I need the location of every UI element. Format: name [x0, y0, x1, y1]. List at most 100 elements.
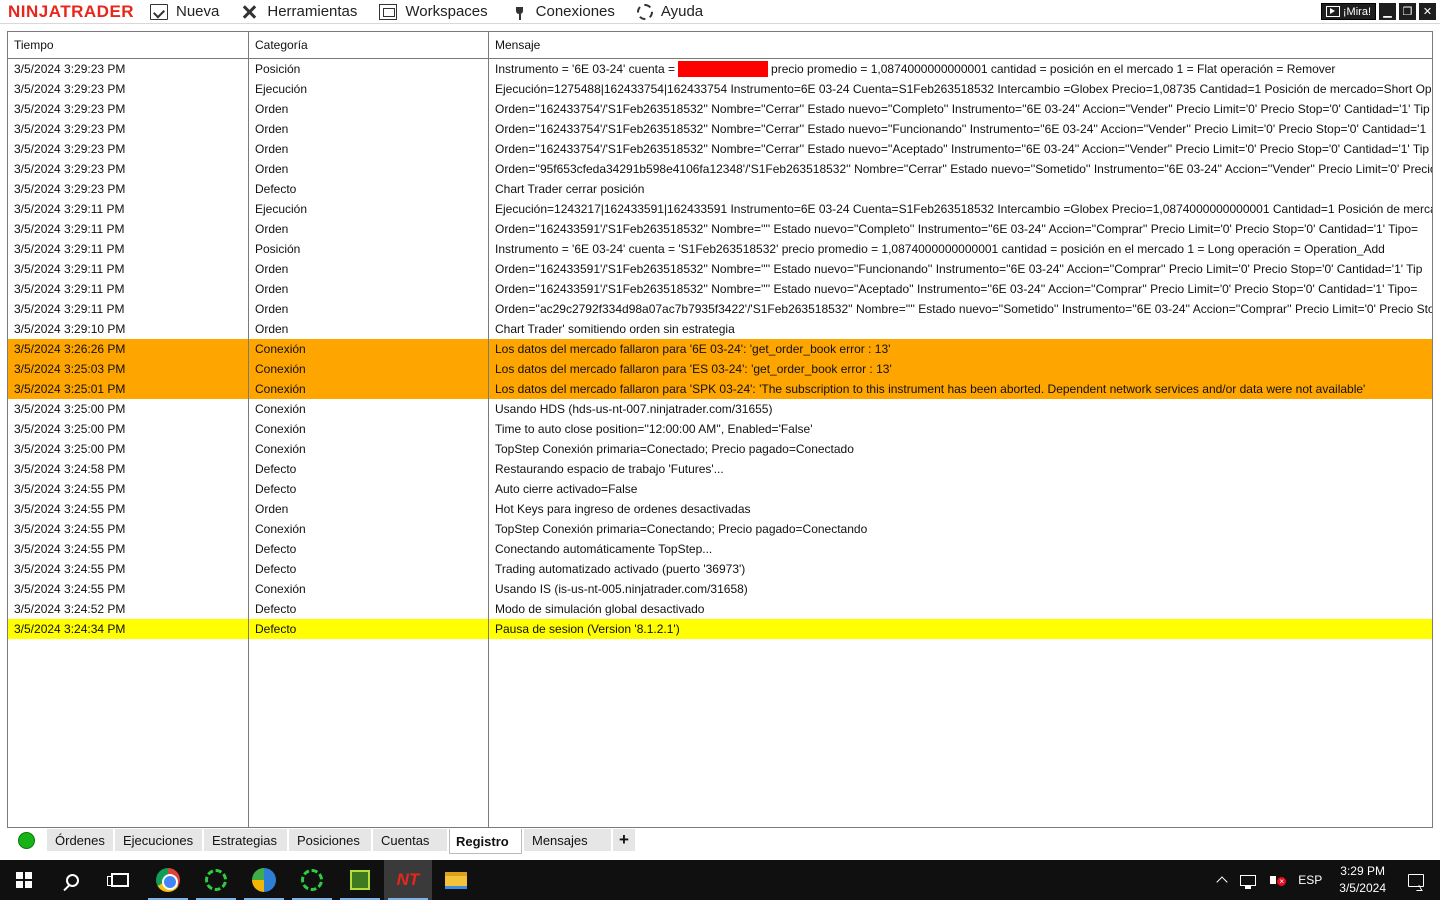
log-rows: 3/5/2024 3:29:23 PM Posición Instrumento =… [8, 59, 1432, 639]
log-row[interactable]: 3/5/2024 3:24:55 PM Orden Hot Keys para in… [8, 499, 1432, 519]
search-button[interactable] [48, 860, 96, 900]
log-time: 3/5/2024 3:29:11 PM [8, 259, 249, 279]
empty-col-category [249, 639, 489, 827]
close-button[interactable]: ✕ [1419, 3, 1436, 20]
log-row[interactable]: 3/5/2024 3:29:23 PM Posición Instrumento =… [8, 59, 1432, 79]
menu-nueva[interactable]: Nueva [150, 3, 219, 20]
green-ring-app-icon-2 [301, 869, 323, 891]
log-row[interactable]: 3/5/2024 3:26:26 PM Conexión Los datos del… [8, 339, 1432, 359]
log-category: Defecto [249, 619, 489, 639]
volume-button[interactable] [1263, 876, 1287, 886]
mira-button[interactable]: ¡Mira! [1320, 3, 1376, 20]
ninjatrader-logo: NINJATRADER [8, 1, 135, 21]
log-row[interactable]: 3/5/2024 3:24:55 PM Conexión TopStep Conex… [8, 519, 1432, 539]
taskbar-file-explorer[interactable] [432, 860, 480, 900]
menu-herramientas[interactable]: Herramientas [241, 3, 357, 20]
connection-status-icon[interactable] [18, 832, 35, 849]
log-message: Usando IS (is-us-nt-005.ninjatrader.com/… [495, 582, 748, 596]
tab-estrategias[interactable]: Estrategias [204, 829, 287, 851]
menu-workspaces[interactable]: Workspaces [379, 3, 488, 20]
log-row[interactable]: 3/5/2024 3:25:01 PM Conexión Los datos del… [8, 379, 1432, 399]
network-button[interactable] [1233, 874, 1263, 889]
log-category: Orden [249, 319, 489, 339]
log-row[interactable]: 3/5/2024 3:29:11 PM Posición Instrumento =… [8, 239, 1432, 259]
log-message: Chart Trader cerrar posición [495, 182, 645, 196]
notification-icon[interactable] [1408, 873, 1424, 887]
menu-conexiones[interactable]: Conexiones [510, 3, 615, 20]
log-message: Ejecución=1243217|162433591|162433591 In… [495, 202, 1432, 216]
show-hidden-icons-button[interactable] [1211, 874, 1233, 888]
log-row[interactable]: 3/5/2024 3:29:23 PM Defecto Chart Trader c… [8, 179, 1432, 199]
task-view-icon [107, 873, 129, 887]
log-message: Instrumento = '6E 03-24' cuenta = precio… [495, 61, 1336, 77]
start-button[interactable] [0, 860, 48, 900]
metatrader-icon [252, 868, 276, 892]
menu-ayuda[interactable]: Ayuda [636, 3, 703, 20]
log-row[interactable]: 3/5/2024 3:24:55 PM Conexión Usando IS (is… [8, 579, 1432, 599]
tab-ordenes[interactable]: Órdenes [47, 829, 113, 851]
menu-bar: NINJATRADER Nueva Herramientas Workspace… [0, 0, 1440, 24]
taskbar-clock[interactable]: 3:29 PM 3/5/2024 [1329, 863, 1404, 897]
header-category[interactable]: Categoría [249, 32, 489, 58]
log-message: TopStep Conexión primaria=Conectado; Pre… [495, 442, 854, 456]
log-row[interactable]: 3/5/2024 3:24:55 PM Defecto Trading automa… [8, 559, 1432, 579]
taskbar-ninjatrader[interactable]: NT [384, 860, 432, 900]
log-row[interactable]: 3/5/2024 3:24:58 PM Defecto Restaurando es… [8, 459, 1432, 479]
windows-start-icon [16, 872, 32, 888]
taskbar-tradingview[interactable] [336, 860, 384, 900]
log-category: Orden [249, 219, 489, 239]
log-row[interactable]: 3/5/2024 3:24:55 PM Defecto Auto cierre ac… [8, 479, 1432, 499]
log-row[interactable]: 3/5/2024 3:25:00 PM Conexión TopStep Conex… [8, 439, 1432, 459]
log-row[interactable]: 3/5/2024 3:29:23 PM Ejecución Ejecución=12… [8, 79, 1432, 99]
empty-col-time [8, 639, 249, 827]
taskbar-chrome[interactable] [144, 860, 192, 900]
log-row[interactable]: 3/5/2024 3:24:52 PM Defecto Modo de simula… [8, 599, 1432, 619]
taskbar-app-ring-1[interactable] [192, 860, 240, 900]
taskbar-app-ring-2[interactable] [288, 860, 336, 900]
log-category: Orden [249, 299, 489, 319]
log-time: 3/5/2024 3:25:00 PM [8, 399, 249, 419]
log-row[interactable]: 3/5/2024 3:29:11 PM Orden Orden=''16243359… [8, 219, 1432, 239]
log-row[interactable]: 3/5/2024 3:29:23 PM Orden Orden=''16243375… [8, 119, 1432, 139]
clock-time: 3:29 PM [1340, 864, 1385, 878]
log-row[interactable]: 3/5/2024 3:29:11 PM Orden Orden=''ac29c279… [8, 299, 1432, 319]
header-message[interactable]: Mensaje [489, 32, 1432, 58]
log-row[interactable]: 3/5/2024 3:29:10 PM Orden Chart Trader' so… [8, 319, 1432, 339]
log-row[interactable]: 3/5/2024 3:29:11 PM Orden Orden=''16243359… [8, 279, 1432, 299]
log-message: Hot Keys para ingreso de ordenes desacti… [495, 502, 751, 516]
tab-cuentas[interactable]: Cuentas [373, 829, 447, 851]
log-category: Conexión [249, 399, 489, 419]
log-grid[interactable]: Tiempo Categoría Mensaje 3/5/2024 3:29:2… [7, 31, 1433, 828]
log-category: Defecto [249, 599, 489, 619]
tab-posiciones[interactable]: Posiciones [289, 829, 371, 851]
language-indicator[interactable]: ESP [1291, 873, 1329, 887]
log-row[interactable]: 3/5/2024 3:24:55 PM Defecto Conectando aut… [8, 539, 1432, 559]
log-row[interactable]: 3/5/2024 3:25:00 PM Conexión Time to auto … [8, 419, 1432, 439]
menu-label: Conexiones [535, 3, 615, 20]
task-view-button[interactable] [96, 860, 144, 900]
header-time[interactable]: Tiempo [8, 32, 249, 58]
log-row[interactable]: 3/5/2024 3:24:34 PM Defecto Pausa de sesio… [8, 619, 1432, 639]
log-category: Conexión [249, 379, 489, 399]
minimize-button[interactable]: ▁ [1379, 3, 1396, 20]
log-time: 3/5/2024 3:29:23 PM [8, 119, 249, 139]
log-row[interactable]: 3/5/2024 3:25:03 PM Conexión Los datos del… [8, 359, 1432, 379]
restore-button[interactable]: ❐ [1399, 3, 1416, 20]
tab-registro[interactable]: Registro [449, 829, 522, 854]
tab-mensajes[interactable]: Mensajes [524, 829, 611, 851]
add-tab-button[interactable]: + [613, 829, 635, 851]
log-row[interactable]: 3/5/2024 3:29:23 PM Orden Orden=''16243375… [8, 99, 1432, 119]
log-row[interactable]: 3/5/2024 3:25:00 PM Conexión Usando HDS (h… [8, 399, 1432, 419]
log-row[interactable]: 3/5/2024 3:29:11 PM Orden Orden=''16243359… [8, 259, 1432, 279]
tab-ejecuciones[interactable]: Ejecuciones [115, 829, 202, 851]
taskbar-metatrader[interactable] [240, 860, 288, 900]
log-message: Trading automatizado activado (puerto '3… [495, 562, 746, 576]
log-row[interactable]: 3/5/2024 3:29:23 PM Orden Orden=''16243375… [8, 139, 1432, 159]
log-category: Orden [249, 279, 489, 299]
log-row[interactable]: 3/5/2024 3:29:23 PM Orden Orden=''95f653cf… [8, 159, 1432, 179]
log-category: Orden [249, 499, 489, 519]
log-category: Defecto [249, 179, 489, 199]
workspaces-icon [379, 3, 398, 20]
log-message: Auto cierre activado=False [495, 482, 638, 496]
log-row[interactable]: 3/5/2024 3:29:11 PM Ejecución Ejecución=12… [8, 199, 1432, 219]
